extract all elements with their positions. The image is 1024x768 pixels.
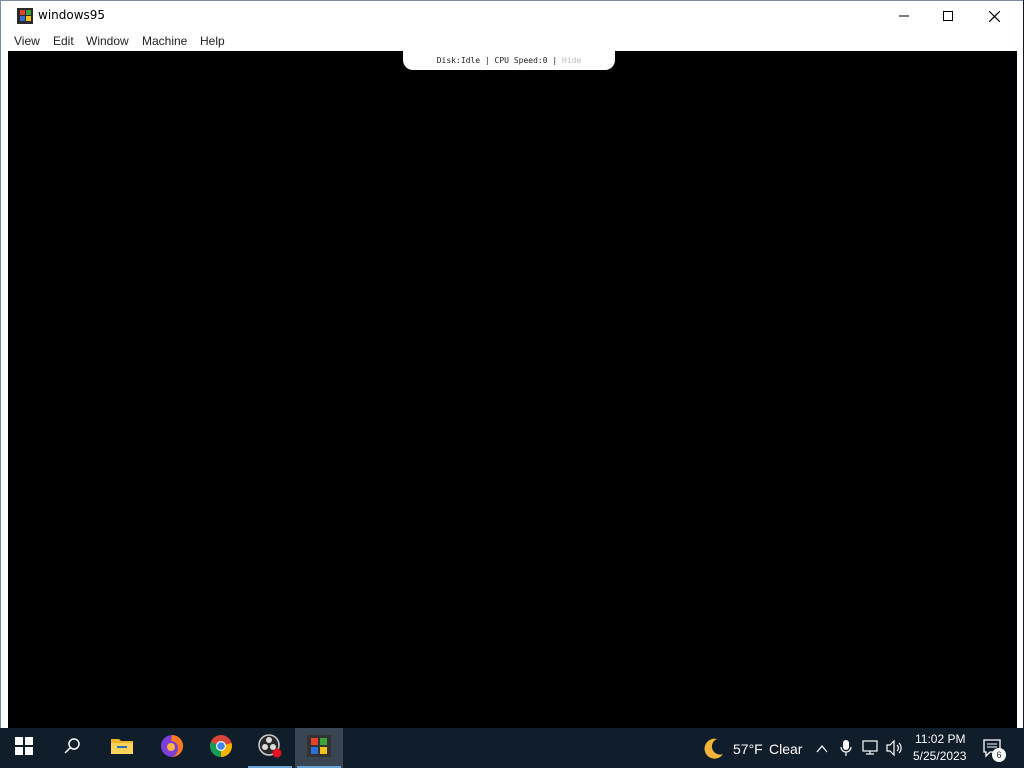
menu-view[interactable]: View xyxy=(14,34,40,48)
menu-help[interactable]: Help xyxy=(200,34,225,48)
maximize-icon xyxy=(943,11,953,21)
close-icon xyxy=(988,10,1000,22)
taskbar-obs[interactable] xyxy=(246,728,294,768)
windows-flag-icon xyxy=(17,8,33,24)
weather-condition[interactable]: Clear xyxy=(769,741,802,757)
taskbar: 57°F Clear 11:02 PM 5/25/2023 6 xyxy=(0,728,1024,768)
notification-badge: 6 xyxy=(992,748,1006,762)
window-title: windows95 xyxy=(38,8,106,22)
clock-time[interactable]: 11:02 PM xyxy=(915,732,965,746)
file-explorer-icon xyxy=(110,736,134,760)
minimize-icon xyxy=(899,11,909,21)
emulator-screen[interactable] xyxy=(8,51,1017,728)
start-button[interactable] xyxy=(0,728,48,768)
firefox-icon xyxy=(160,734,184,762)
search-button[interactable] xyxy=(48,728,96,768)
moon-icon[interactable] xyxy=(701,736,725,764)
status-bar: Disk: Idle | CPU Speed: 0 | Hide xyxy=(403,51,615,70)
cpu-speed: 0 xyxy=(542,56,548,65)
title-bar[interactable]: windows95 xyxy=(1,1,1023,31)
menu-machine[interactable]: Machine xyxy=(142,34,187,48)
windows-start-icon xyxy=(15,737,33,759)
app-window: windows95 View Edit Window Machine Help … xyxy=(0,0,1023,730)
minimize-button[interactable] xyxy=(881,1,927,31)
taskbar-chrome[interactable] xyxy=(197,728,245,768)
menu-window[interactable]: Window xyxy=(86,34,129,48)
disk-label: Disk: xyxy=(436,56,461,65)
menu-edit[interactable]: Edit xyxy=(53,34,74,48)
weather-temp[interactable]: 57°F xyxy=(733,741,763,757)
microphone-icon[interactable] xyxy=(840,739,852,761)
chrome-icon xyxy=(209,734,233,762)
taskbar-windows95-app[interactable] xyxy=(295,728,343,768)
maximize-button[interactable] xyxy=(925,1,971,31)
hide-link[interactable]: Hide xyxy=(562,56,581,65)
taskbar-firefox[interactable] xyxy=(148,728,196,768)
cpu-label: CPU Speed: xyxy=(494,56,543,65)
clock-date[interactable]: 5/25/2023 xyxy=(913,749,966,763)
network-icon[interactable] xyxy=(862,740,880,760)
menu-bar: View Edit Window Machine Help xyxy=(1,31,1023,51)
windows95-app-icon xyxy=(307,735,331,761)
disk-status: Idle xyxy=(460,56,481,65)
obs-icon xyxy=(257,733,283,763)
taskbar-file-explorer[interactable] xyxy=(98,728,146,768)
search-icon xyxy=(63,737,81,759)
close-button[interactable] xyxy=(971,1,1017,31)
volume-icon[interactable] xyxy=(886,739,904,760)
chevron-up-icon[interactable] xyxy=(815,741,829,760)
